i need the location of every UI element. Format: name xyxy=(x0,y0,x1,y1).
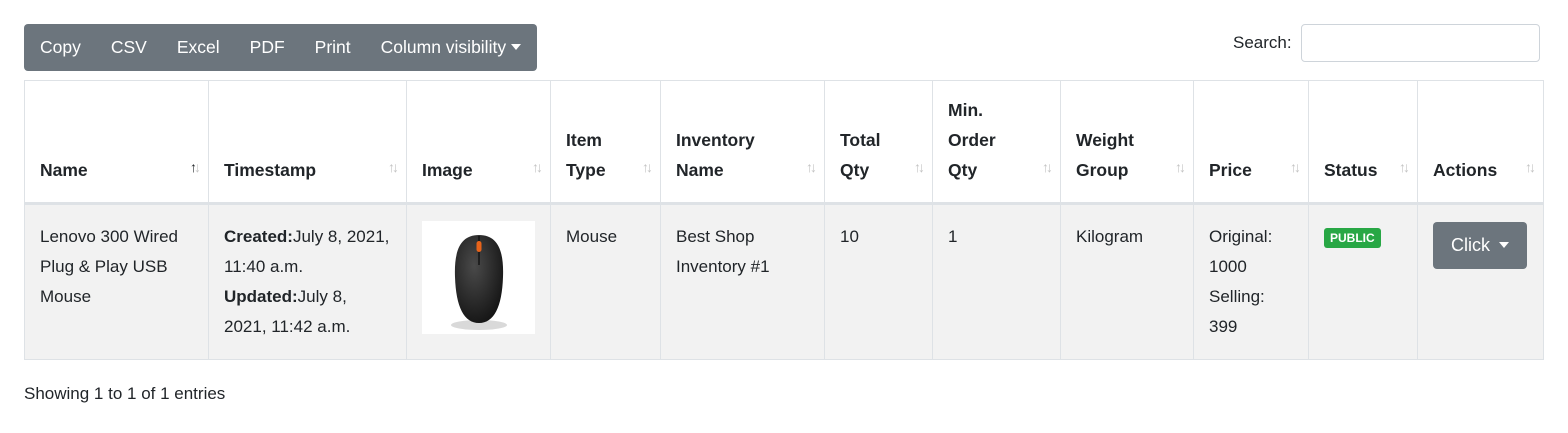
sort-icon: ↑↓ xyxy=(1175,159,1186,175)
header-label: Inventory xyxy=(676,130,755,150)
csv-button[interactable]: CSV xyxy=(96,24,162,71)
cell-total-qty: 10 xyxy=(824,203,933,360)
header-label: Status xyxy=(1324,160,1378,180)
status-badge: PUBLIC xyxy=(1324,228,1381,248)
sort-icon: ↑↓ xyxy=(1399,159,1410,175)
column-header-status[interactable]: Status ↑↓ xyxy=(1308,80,1418,205)
column-header-total-qty[interactable]: Total Qty ↑↓ xyxy=(824,80,933,205)
pdf-button[interactable]: PDF xyxy=(235,24,300,71)
updated-label: Updated: xyxy=(224,287,298,306)
cell-min-order-qty: 1 xyxy=(932,203,1061,360)
column-header-item-type[interactable]: Item Type ↑↓ xyxy=(550,80,661,205)
products-table: Name ↑↓ Timestamp ↑↓ Image ↑↓ Item Type ↑↓ In… xyxy=(24,80,1544,360)
price-original: Original: 1000 xyxy=(1209,227,1273,276)
column-visibility-label: Column visibility xyxy=(380,37,507,57)
product-image xyxy=(422,221,535,334)
sort-icon: ↑↓ xyxy=(1290,159,1301,175)
header-label: Name xyxy=(40,160,88,180)
cell-timestamp: Created:July 8, 2021, 11:40 a.m. Updated:… xyxy=(208,203,407,360)
header-label: Name xyxy=(676,160,724,180)
excel-button[interactable]: Excel xyxy=(162,24,235,71)
column-header-price[interactable]: Price ↑↓ xyxy=(1193,80,1309,205)
header-label: Qty xyxy=(948,160,978,180)
sort-icon: ↑↓ xyxy=(806,159,817,175)
sort-icon: ↑↓ xyxy=(1042,159,1053,175)
column-header-image[interactable]: Image ↑↓ xyxy=(406,80,551,205)
column-header-inventory-name[interactable]: Inventory Name ↑↓ xyxy=(660,80,825,205)
cell-name: Lenovo 300 Wired Plug & Play USB Mouse xyxy=(24,203,209,360)
header-label: Actions xyxy=(1433,160,1498,180)
actions-dropdown-button[interactable]: Click xyxy=(1433,222,1527,269)
price-selling: Selling: 399 xyxy=(1209,287,1265,336)
header-label: Total xyxy=(840,130,881,150)
header-label: Weight xyxy=(1076,130,1135,150)
cell-actions: Click xyxy=(1417,203,1544,360)
column-visibility-button[interactable]: Column visibility xyxy=(366,24,537,71)
column-header-name[interactable]: Name ↑↓ xyxy=(24,80,209,205)
header-label: Item xyxy=(566,130,602,150)
sort-icon: ↑↓ xyxy=(914,159,925,175)
sort-icon: ↑↓ xyxy=(532,159,543,175)
cell-price: Original: 1000 Selling: 399 xyxy=(1193,203,1309,360)
sort-ascending-icon: ↑↓ xyxy=(190,159,201,175)
sort-icon: ↑↓ xyxy=(388,159,399,175)
header-label: Image xyxy=(422,160,473,180)
column-header-weight-group[interactable]: Weight Group ↑↓ xyxy=(1060,80,1194,205)
caret-down-icon xyxy=(1499,242,1509,248)
header-label: Order xyxy=(948,130,996,150)
column-header-actions[interactable]: Actions ↑↓ xyxy=(1417,80,1544,205)
header-label: Qty xyxy=(840,160,870,180)
cell-status: PUBLIC xyxy=(1308,203,1418,360)
header-label: Min. xyxy=(948,100,983,120)
sort-icon: ↑↓ xyxy=(642,159,653,175)
cell-image xyxy=(406,203,551,360)
cell-inventory-name: Best Shop Inventory #1 xyxy=(660,203,825,360)
header-label: Type xyxy=(566,160,606,180)
caret-down-icon xyxy=(511,44,522,50)
export-toolbar: Copy CSV Excel PDF Print Column visibili… xyxy=(24,24,538,71)
table-info: Showing 1 to 1 of 1 entries xyxy=(24,384,226,403)
table-row: Lenovo 300 Wired Plug & Play USB Mouse C… xyxy=(24,203,1544,360)
search-input[interactable] xyxy=(1300,24,1540,62)
header-label: Group xyxy=(1076,160,1129,180)
header-label: Timestamp xyxy=(224,160,317,180)
copy-button[interactable]: Copy xyxy=(24,24,96,71)
header-label: Price xyxy=(1209,160,1252,180)
search-box: Search: xyxy=(1233,24,1540,62)
cell-item-type: Mouse xyxy=(550,203,661,360)
created-label: Created: xyxy=(224,227,293,246)
column-header-timestamp[interactable]: Timestamp ↑↓ xyxy=(208,80,407,205)
column-header-min-order-qty[interactable]: Min. Order Qty ↑↓ xyxy=(932,80,1061,205)
cell-weight-group: Kilogram xyxy=(1060,203,1194,360)
sort-icon: ↑↓ xyxy=(1525,159,1536,175)
print-button[interactable]: Print xyxy=(300,24,366,71)
action-label: Click xyxy=(1451,235,1490,255)
search-label: Search: xyxy=(1233,33,1292,52)
